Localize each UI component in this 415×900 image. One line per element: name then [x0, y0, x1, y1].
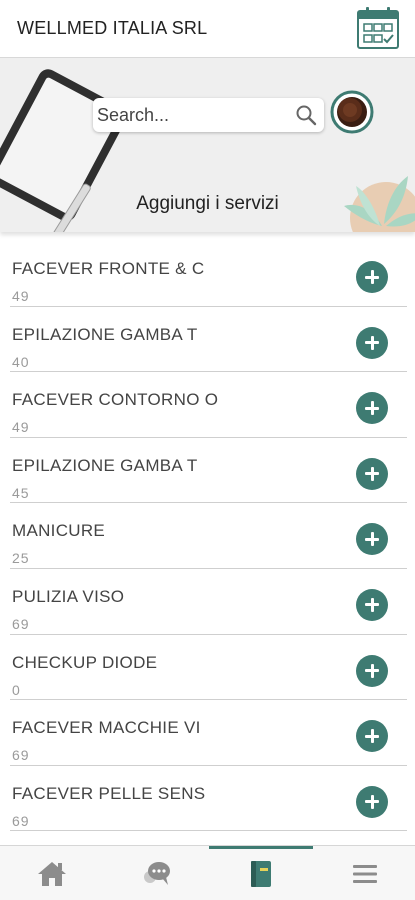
service-name: CHECKUP DIODE — [12, 652, 158, 672]
service-name: MANICURE — [12, 521, 106, 541]
service-name: FACEVER FRONTE & C — [12, 259, 205, 278]
service-row: FACEVER CONTORNO O 49 — [10, 372, 407, 438]
services-book-icon — [251, 860, 271, 887]
menu-icon — [353, 864, 377, 883]
add-service-button[interactable] — [356, 261, 388, 293]
service-price: 69 — [12, 747, 30, 764]
service-price: 69 — [12, 812, 30, 829]
service-price: 49 — [12, 288, 30, 304]
service-row: CHECKUP DIODE 0 — [10, 635, 407, 701]
service-name: EPILAZIONE GAMBA T — [12, 324, 198, 344]
service-row: FACEVER MACCHIE VI 69 — [10, 700, 407, 766]
nav-menu[interactable] — [313, 846, 415, 900]
service-list: FACEVER FRONTE & C 49 EPILAZIONE GAMBA T… — [0, 241, 415, 832]
service-name: PULIZIA VISO — [12, 586, 125, 606]
service-price: 0 — [12, 681, 21, 698]
top-bar: WELLMED ITALIA SRL — [0, 0, 415, 58]
service-name: FACEVER MACCHIE VI — [12, 718, 201, 738]
service-name: FACEVER CONTORNO O — [12, 390, 219, 410]
add-service-button[interactable] — [356, 720, 388, 753]
service-row: EPILAZIONE GAMBA T 45 — [10, 438, 407, 504]
service-row: PULIZIA VISO 69 — [10, 569, 407, 635]
add-service-button[interactable] — [356, 326, 388, 359]
add-service-button[interactable] — [356, 785, 388, 818]
search-icon[interactable] — [295, 104, 317, 126]
avatar[interactable] — [330, 90, 374, 134]
service-row: MANICURE 25 — [10, 503, 407, 569]
chat-icon — [144, 861, 170, 885]
nav-chat[interactable] — [104, 846, 208, 900]
service-price: 69 — [12, 615, 30, 632]
add-service-button[interactable] — [356, 588, 388, 621]
home-icon — [38, 861, 66, 886]
service-price: 49 — [12, 419, 30, 436]
service-row: FACEVER FRONTE & C 49 — [10, 241, 407, 307]
service-name: FACEVER PELLE SENS — [12, 783, 206, 803]
nav-home[interactable] — [0, 846, 104, 900]
page-title: Aggiungi i servizi — [136, 193, 279, 214]
add-service-button[interactable] — [356, 523, 388, 556]
service-price: 25 — [12, 550, 30, 567]
app-title: WELLMED ITALIA SRL — [17, 18, 208, 38]
hero-banner: Aggiungi i servizi — [0, 58, 415, 232]
bottom-nav — [0, 845, 415, 900]
service-row: EPILAZIONE GAMBA T 40 — [10, 307, 407, 373]
service-name: EPILAZIONE GAMBA T — [12, 455, 198, 475]
add-service-button[interactable] — [356, 654, 388, 687]
service-row: FACEVER PELLE SENS 69 — [10, 766, 407, 832]
calendar-check-icon[interactable] — [356, 6, 400, 50]
service-price: 45 — [12, 484, 30, 501]
search-bar[interactable] — [93, 98, 324, 132]
add-service-button[interactable] — [356, 392, 388, 425]
search-input[interactable] — [97, 102, 293, 128]
nav-services[interactable] — [209, 846, 313, 900]
service-price: 40 — [12, 353, 30, 370]
add-service-button[interactable] — [356, 457, 388, 490]
